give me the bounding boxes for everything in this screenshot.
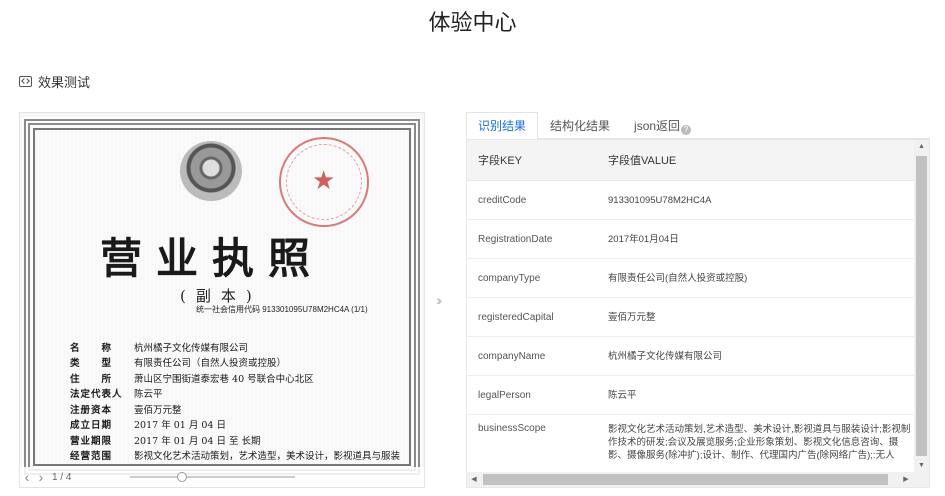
cell-key: registeredCapital <box>478 311 554 323</box>
license-field-key: 类 型 <box>70 358 113 370</box>
license-fields: 名 称 杭州橘子文化传媒有限公司 类 型 有限责任公司（自然人投资或控股） 住 所 萧… <box>70 339 400 463</box>
cell-key: companyType <box>478 272 541 284</box>
table-row: legalPerson 陈云平 <box>467 376 929 415</box>
cell-key: RegistrationDate <box>478 233 553 245</box>
cell-value: 陈云平 <box>608 389 637 401</box>
cell-value: 913301095U78M2HC4A <box>608 194 712 206</box>
license-title: 营业执照 <box>100 234 325 283</box>
horizontal-scrollbar[interactable]: ◀ ▶ <box>467 472 929 487</box>
cell-key: companyName <box>478 350 546 362</box>
tab-label: 识别结果 <box>478 119 527 133</box>
license-field-row: 住 所 萧山区宁围街道泰宏巷 40 号联合中心北区 <box>70 370 400 386</box>
cell-value: 杭州橘子文化传媒有限公司 <box>608 350 723 362</box>
license-field-key: 营业期限 <box>70 435 113 447</box>
scroll-up-icon[interactable]: ▲ <box>914 140 929 154</box>
double-chevron-right-icon: ›› <box>436 292 443 308</box>
chevron-right-icon[interactable]: › <box>34 469 48 485</box>
national-emblem-icon <box>180 141 242 201</box>
image-pager: ‹ › 1 / 4 <box>20 467 424 487</box>
table-header: 字段KEY 字段值VALUE <box>467 140 929 181</box>
cell-key: creditCode <box>478 194 527 206</box>
cell-key: legalPerson <box>478 389 531 401</box>
page-count: 1 / 4 <box>52 471 72 483</box>
license-field-value: 有限责任公司（自然人投资或控股） <box>134 358 287 370</box>
table-row: registeredCapital 壹佰万元整 <box>467 298 929 337</box>
cell-value: 壹佰万元整 <box>608 311 656 323</box>
tab-label: 结构化结果 <box>550 119 611 133</box>
section-header: 效果测试 <box>19 72 90 90</box>
license-field-value: 壹佰万元整 <box>134 404 182 416</box>
result-table: 字段KEY 字段值VALUE creditCode 913301095U78M2H… <box>466 139 930 488</box>
license-field-row: 成立日期 2017 年 01 月 04 日 <box>70 417 400 433</box>
vertical-scrollbar[interactable]: ▲ ▼ <box>914 140 929 473</box>
column-header-value: 字段值VALUE <box>608 155 677 167</box>
license-field-row: 营业期限 2017 年 01 月 04 日 至 长期 <box>70 432 400 448</box>
license-field-key: 名 称 <box>70 342 113 354</box>
column-header-key: 字段KEY <box>478 155 523 167</box>
license-field-value: 2017 年 01 月 04 日 至 长期 <box>134 435 261 447</box>
license-field-key: 成立日期 <box>70 420 113 432</box>
zoom-slider[interactable] <box>130 472 295 482</box>
table-row: companyName 杭州橘子文化传媒有限公司 <box>467 337 929 376</box>
seal-star-icon: ★ <box>312 165 336 195</box>
license-field-key: 住 所 <box>70 373 113 385</box>
tab-recognition-result[interactable]: 识别结果 <box>466 112 539 140</box>
help-icon[interactable]: ? <box>681 125 692 135</box>
scroll-down-icon[interactable]: ▼ <box>914 459 929 473</box>
table-row: RegistrationDate 2017年01月04日 <box>467 220 929 259</box>
license-field-value: 萧山区宁围街道泰宏巷 40 号联合中心北区 <box>134 373 314 385</box>
license-field-value: 影视文化艺术活动策划，艺术造型，美术设计，影视道具与服装 <box>134 451 400 463</box>
image-preview[interactable]: ★ 营业执照 (副本) 统一社会信用代码 913301095U78M2HC4A … <box>19 112 425 488</box>
cell-value: 影视文化艺术活动策划,艺术造型、美术设计,影视道具与服装设计;影视制作技术的研发… <box>608 424 911 461</box>
license-field-key: 法定代表人 <box>70 389 123 401</box>
license-field-row: 法定代表人 陈云平 <box>70 386 400 402</box>
cell-value: 有限责任公司(自然人投资或控股) <box>608 272 748 284</box>
table-row: creditCode 913301095U78M2HC4A <box>467 181 929 220</box>
license-field-row: 类 型 有限责任公司（自然人投资或控股） <box>70 355 400 371</box>
zoom-slider-handle[interactable] <box>176 472 187 482</box>
license-credit-code: 统一社会信用代码 913301095U78M2HC4A (1/1) <box>196 305 368 314</box>
tab-structured-result[interactable]: 结构化结果 <box>538 112 622 139</box>
horizontal-scroll-thumb[interactable] <box>483 474 888 485</box>
vertical-scroll-thumb[interactable] <box>916 156 927 456</box>
business-license-image: ★ 营业执照 (副本) 统一社会信用代码 913301095U78M2HC4A … <box>22 117 422 477</box>
scroll-right-icon[interactable]: ▶ <box>899 472 913 487</box>
table-row: companyType 有限责任公司(自然人投资或控股) <box>467 259 929 298</box>
result-tabs: 识别结果 结构化结果 json返回? <box>466 112 930 140</box>
red-seal-icon: ★ <box>279 137 369 227</box>
tab-json-return[interactable]: json返回? <box>622 112 703 139</box>
license-field-key: 经营范围 <box>70 451 113 463</box>
tab-label: json返回 <box>634 119 681 133</box>
license-field-key: 注册资本 <box>70 404 113 416</box>
license-field-value: 2017 年 01 月 04 日 <box>134 420 226 432</box>
license-field-row: 名 称 杭州橘子文化传媒有限公司 <box>70 339 400 355</box>
scroll-left-icon[interactable]: ◀ <box>467 472 481 487</box>
cell-key: businessScope <box>478 423 546 434</box>
page-title: 体验中心 <box>428 10 517 35</box>
license-field-row: 经营范围 影视文化艺术活动策划，艺术造型，美术设计，影视道具与服装 <box>70 448 400 464</box>
license-field-row: 注册资本 壹佰万元整 <box>70 401 400 417</box>
license-subtitle: (副本) <box>180 287 262 305</box>
license-field-value: 杭州橘子文化传媒有限公司 <box>134 342 249 354</box>
section-label: 效果测试 <box>38 74 91 90</box>
cell-value: 2017年01月04日 <box>608 233 679 245</box>
code-icon <box>19 75 32 87</box>
license-field-value: 陈云平 <box>134 389 163 401</box>
chevron-left-icon[interactable]: ‹ <box>20 469 34 485</box>
